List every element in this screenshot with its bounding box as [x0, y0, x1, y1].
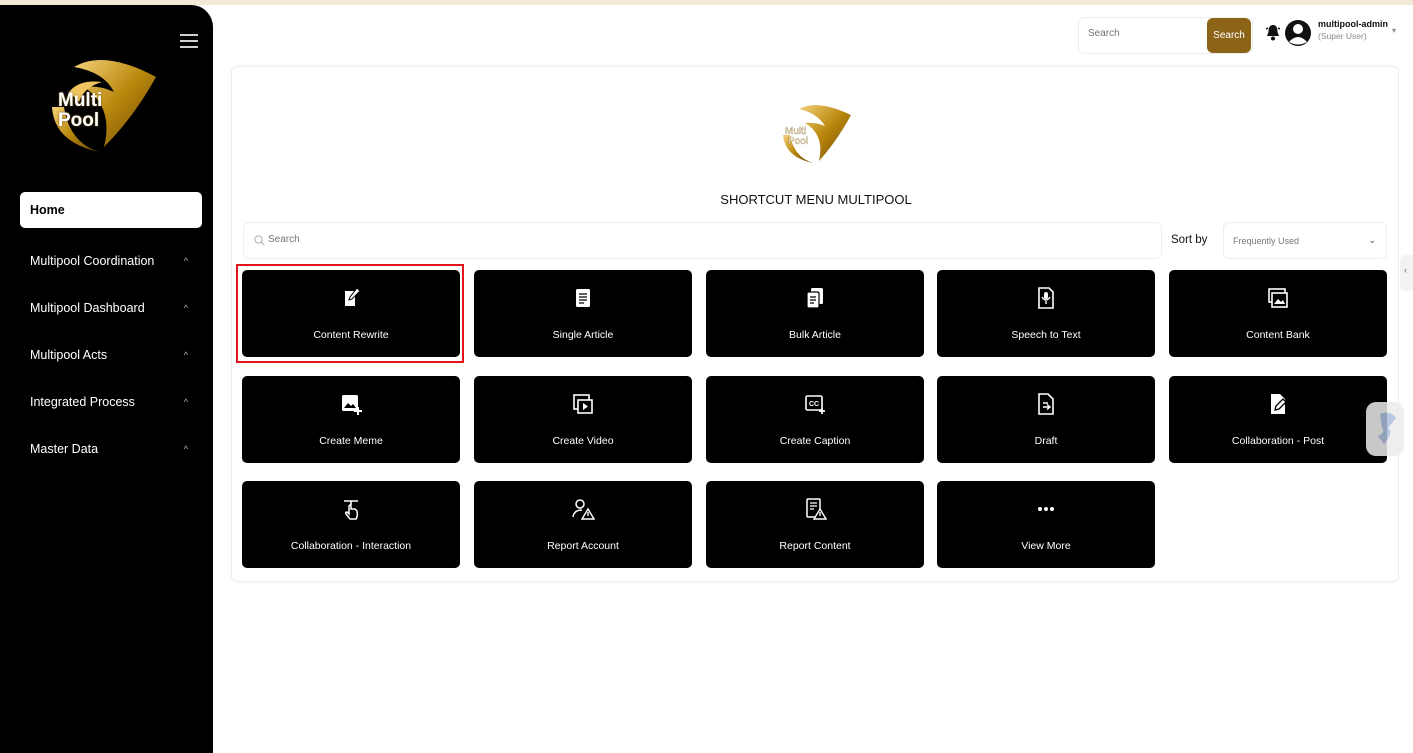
shortcut-search: [243, 222, 1162, 259]
sidebar-item-multipool-dashboard[interactable]: Multipool Dashboard ^: [20, 284, 202, 331]
logo-text-line2: Pool: [58, 110, 100, 131]
sort-label: Sort by: [1171, 234, 1208, 246]
video-icon: [573, 394, 593, 414]
top-border: [0, 0, 1413, 5]
user-name: multipool-admin: [1318, 19, 1388, 29]
selection-highlight: [236, 264, 464, 363]
report-account-icon: [572, 499, 595, 520]
tile-content-bank[interactable]: Content Bank: [1169, 270, 1387, 357]
caption-icon: CC: [805, 395, 825, 414]
menu-toggle-icon[interactable]: [180, 34, 198, 48]
sort-select-value: Frequently Used: [1233, 236, 1300, 246]
tile-create-video[interactable]: Create Video: [474, 376, 692, 463]
tile-label: Single Article: [552, 329, 614, 341]
bulk-article-icon: [806, 288, 823, 309]
tile-label: Speech to Text: [1011, 329, 1081, 341]
page-title: SHORTCUT MENU MULTIPOOL: [720, 192, 912, 207]
multipool-logo: Multi Pool: [44, 47, 164, 157]
chevron-up-icon: ^: [183, 255, 188, 266]
chevron-down-icon: ⌄: [1368, 235, 1376, 245]
tile-view-more[interactable]: View More: [937, 481, 1155, 568]
report-content-icon: [806, 498, 827, 520]
tile-label: Create Meme: [319, 435, 383, 447]
sidebar-nav: Home Multipool Coordination ^ Multipool …: [20, 192, 202, 472]
chevron-down-icon[interactable]: ▾: [1392, 26, 1396, 35]
shortcut-search-input[interactable]: [268, 234, 868, 245]
sidebar-item-label: Multipool Acts: [30, 347, 108, 362]
speech-to-text-icon: [1038, 287, 1054, 309]
logo-text-line1: Multi: [58, 90, 103, 111]
content-bank-icon: [1268, 288, 1288, 308]
touch-icon: [344, 500, 359, 520]
tile-label: Draft: [1034, 435, 1058, 447]
sidebar-item-label: Home: [30, 203, 65, 217]
floating-assistant-button[interactable]: [1366, 402, 1404, 456]
article-icon: [576, 289, 590, 307]
assistant-logo-icon: [1378, 412, 1396, 444]
header-search-button[interactable]: Search: [1207, 18, 1251, 53]
tile-speech-to-text[interactable]: Speech to Text: [937, 270, 1155, 357]
tile-label: Content Bank: [1246, 329, 1310, 341]
more-icon: [1038, 507, 1054, 511]
chevron-left-icon: ‹: [1404, 265, 1407, 275]
search-icon: [254, 235, 265, 246]
side-panel-tab[interactable]: ‹: [1400, 255, 1413, 291]
sidebar-item-multipool-acts[interactable]: Multipool Acts ^: [20, 331, 202, 378]
sidebar-item-multipool-coordination[interactable]: Multipool Coordination ^: [20, 237, 202, 284]
tile-label: View More: [1021, 540, 1071, 552]
user-role: (Super User): [1318, 31, 1367, 41]
tile-label: Collaboration - Post: [1231, 435, 1325, 447]
header-search-input[interactable]: [1088, 28, 1198, 39]
sidebar: Multi Pool Home Multipool Coordination ^…: [0, 5, 213, 753]
header-search: Search: [1078, 17, 1253, 54]
chevron-up-icon: ^: [183, 396, 188, 407]
sidebar-item-label: Multipool Coordination: [30, 253, 155, 268]
user-avatar-icon[interactable]: [1284, 17, 1312, 49]
tile-create-caption[interactable]: CC Create Caption: [706, 376, 924, 463]
collaboration-post-icon: [1271, 394, 1287, 414]
sidebar-item-home[interactable]: Home: [20, 192, 202, 228]
tile-single-article[interactable]: Single Article: [474, 270, 692, 357]
sidebar-item-master-data[interactable]: Master Data ^: [20, 425, 202, 472]
svg-text:CC: CC: [809, 401, 819, 408]
sidebar-item-label: Master Data: [30, 441, 99, 456]
tile-draft[interactable]: Draft: [937, 376, 1155, 463]
tile-bulk-article[interactable]: Bulk Article: [706, 270, 924, 357]
tile-label: Report Account: [547, 540, 619, 552]
tile-collaboration-interaction[interactable]: Collaboration - Interaction: [242, 481, 460, 568]
draft-icon: [1038, 393, 1054, 415]
chevron-up-icon: ^: [183, 349, 188, 360]
chevron-up-icon: ^: [183, 302, 188, 313]
multipool-center-logo: Multi Pool: [777, 97, 857, 167]
svg-text:Pool: Pool: [788, 136, 808, 147]
tile-create-meme[interactable]: Create Meme: [242, 376, 460, 463]
bell-icon[interactable]: [1265, 24, 1281, 42]
tile-label: Collaboration - Interaction: [290, 540, 412, 552]
sidebar-item-integrated-process[interactable]: Integrated Process ^: [20, 378, 202, 425]
sort-select[interactable]: Frequently Used ⌄: [1223, 222, 1387, 259]
chevron-up-icon: ^: [183, 443, 188, 454]
tile-label: Create Caption: [779, 435, 851, 447]
tile-collaboration-post[interactable]: Collaboration - Post: [1169, 376, 1387, 463]
tile-report-content[interactable]: Report Content: [706, 481, 924, 568]
tile-label: Report Content: [779, 540, 851, 552]
add-image-icon: [342, 395, 362, 415]
tile-report-account[interactable]: Report Account: [474, 481, 692, 568]
sidebar-item-label: Multipool Dashboard: [30, 300, 145, 315]
tile-label: Bulk Article: [789, 329, 841, 341]
sidebar-item-label: Integrated Process: [30, 394, 135, 409]
tile-label: Create Video: [552, 435, 614, 447]
